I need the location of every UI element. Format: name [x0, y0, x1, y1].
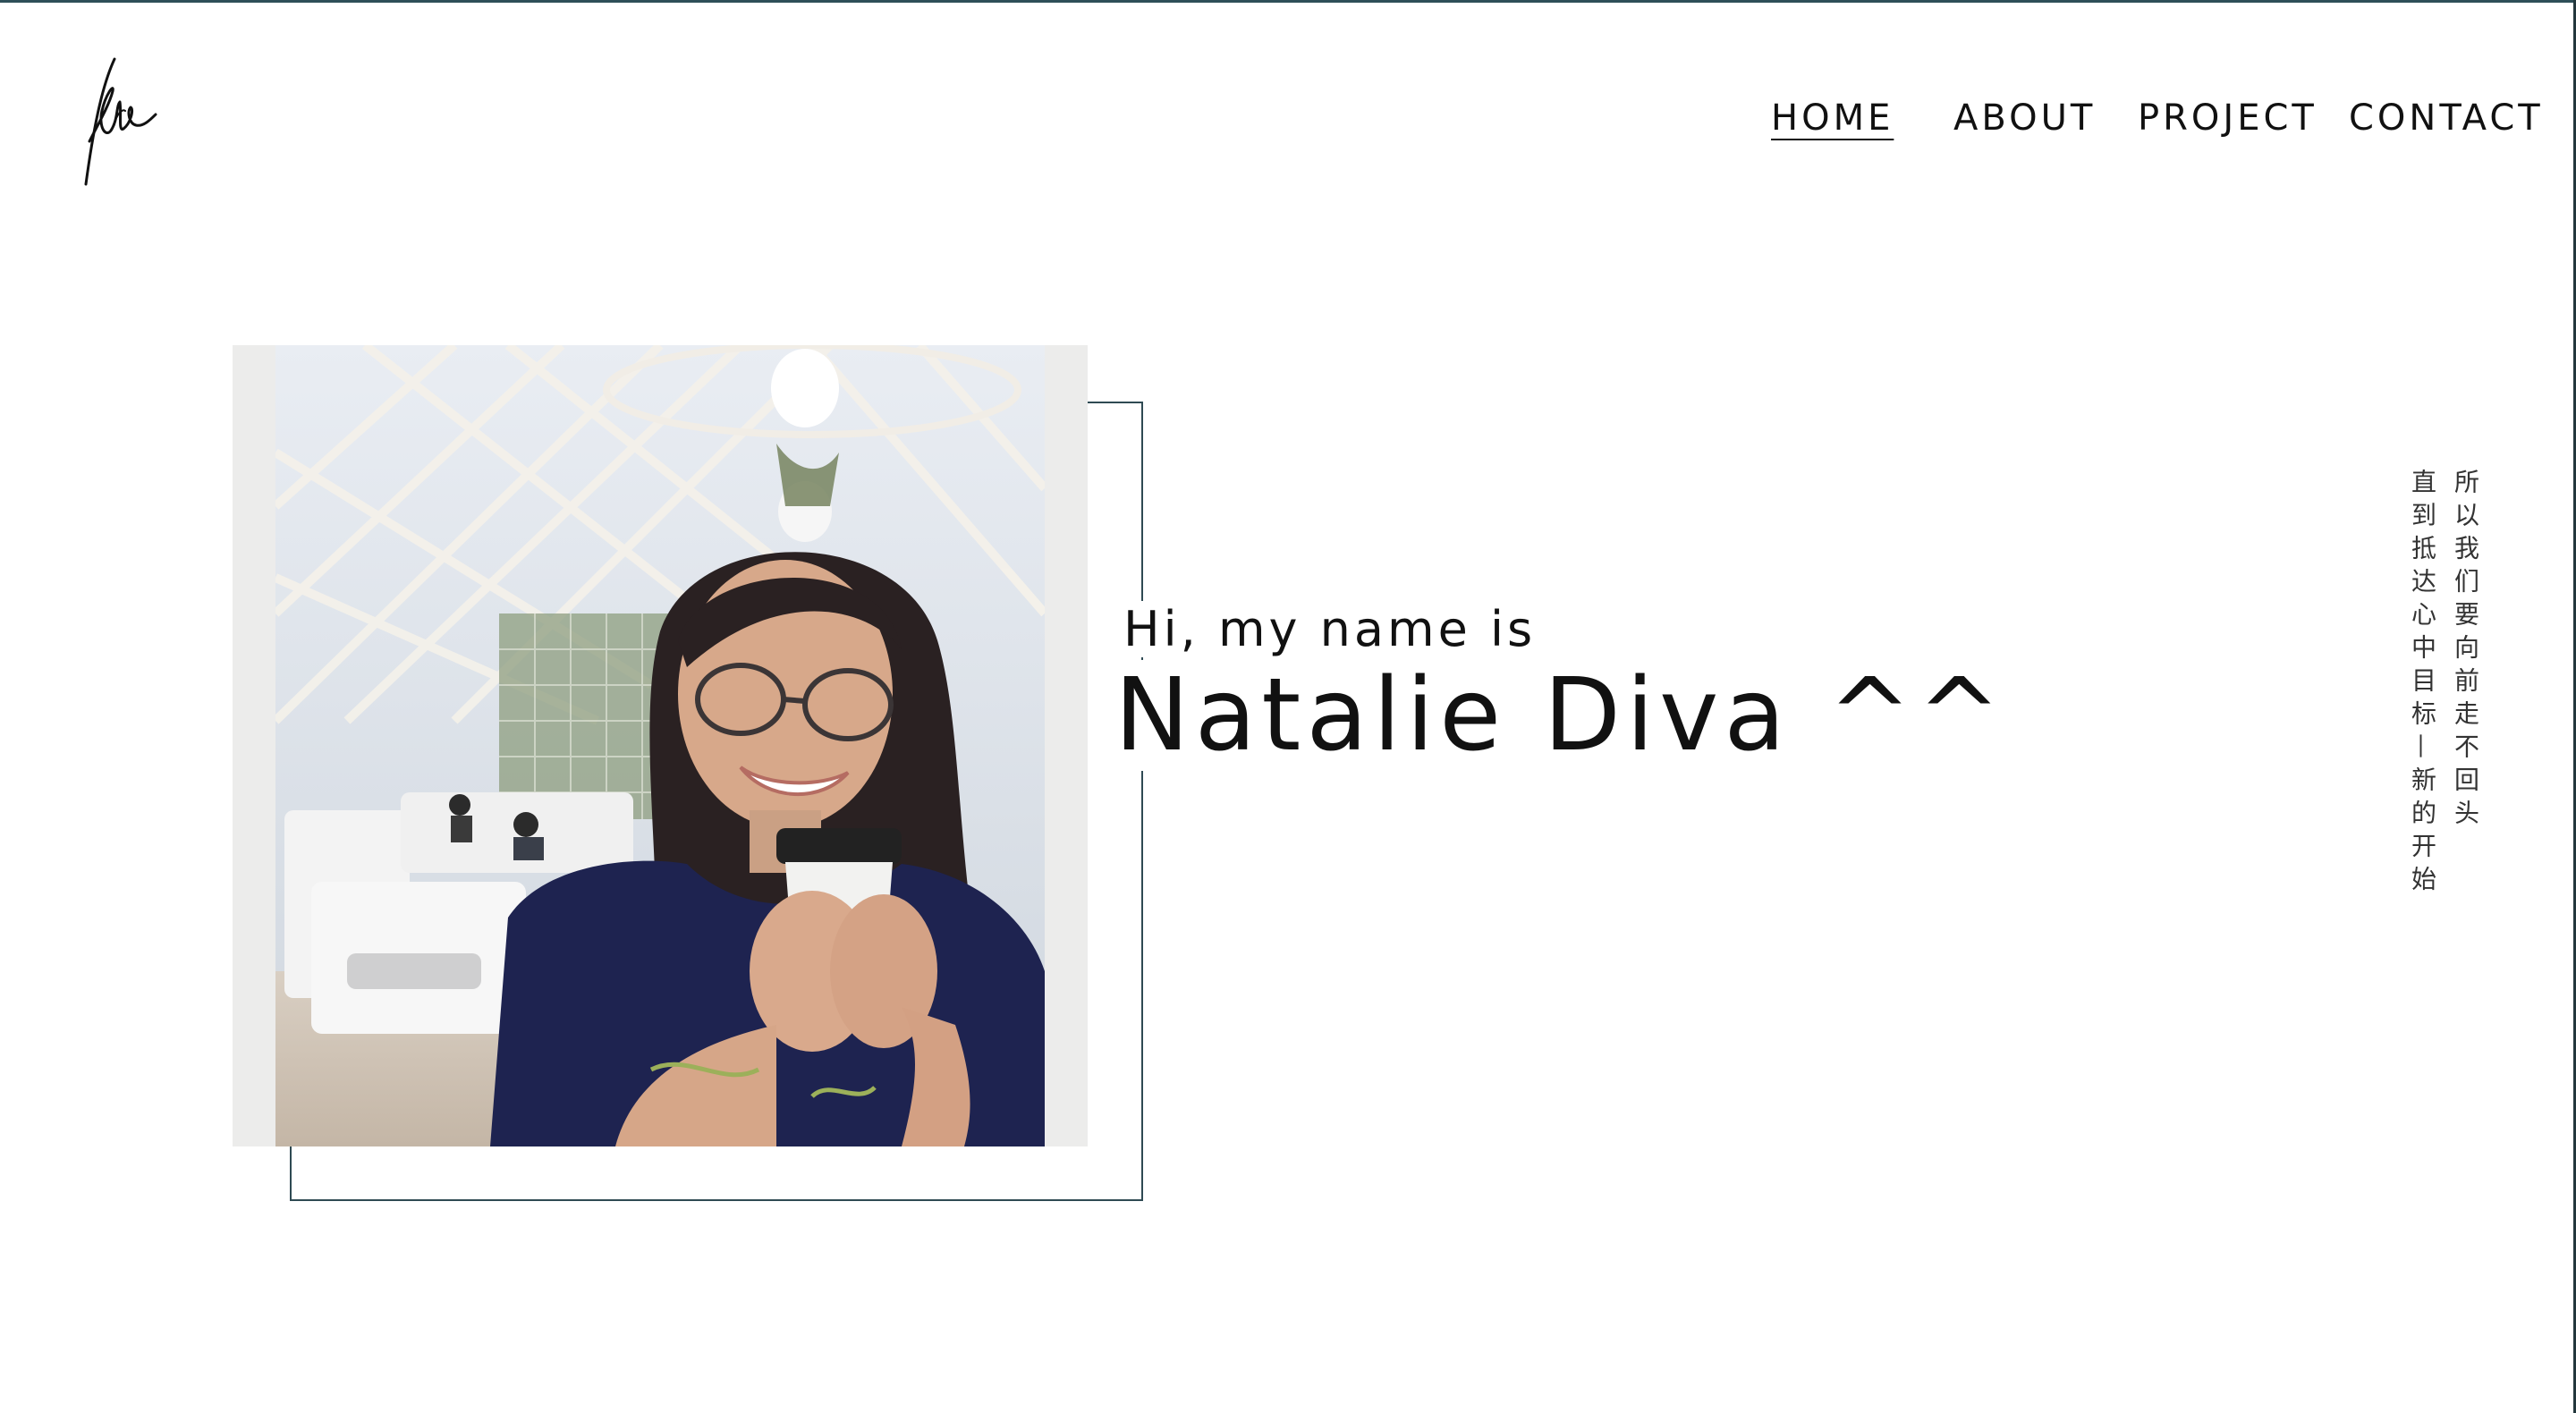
- nav-contact-link[interactable]: CONTACT: [2349, 93, 2544, 143]
- nav-home-link[interactable]: HOME: [1771, 93, 1894, 143]
- nav-project-link[interactable]: PROJECT: [2138, 93, 2318, 143]
- hero-name: Natalie Diva ^^: [1114, 660, 2014, 771]
- portrait-photo: [275, 345, 1045, 1146]
- main-navigation: HOME ABOUT PROJECT CONTACT: [0, 93, 2576, 147]
- top-accent-line: [0, 0, 2576, 3]
- poem-line-1: 所以我们要向前走不回头: [2451, 469, 2480, 833]
- hero-greeting: Hi, my name is: [1123, 601, 1542, 657]
- poem-line-2: 直到抵达心中目标—新的开始: [2408, 469, 2437, 899]
- nav-about-link[interactable]: ABOUT: [1953, 93, 2096, 143]
